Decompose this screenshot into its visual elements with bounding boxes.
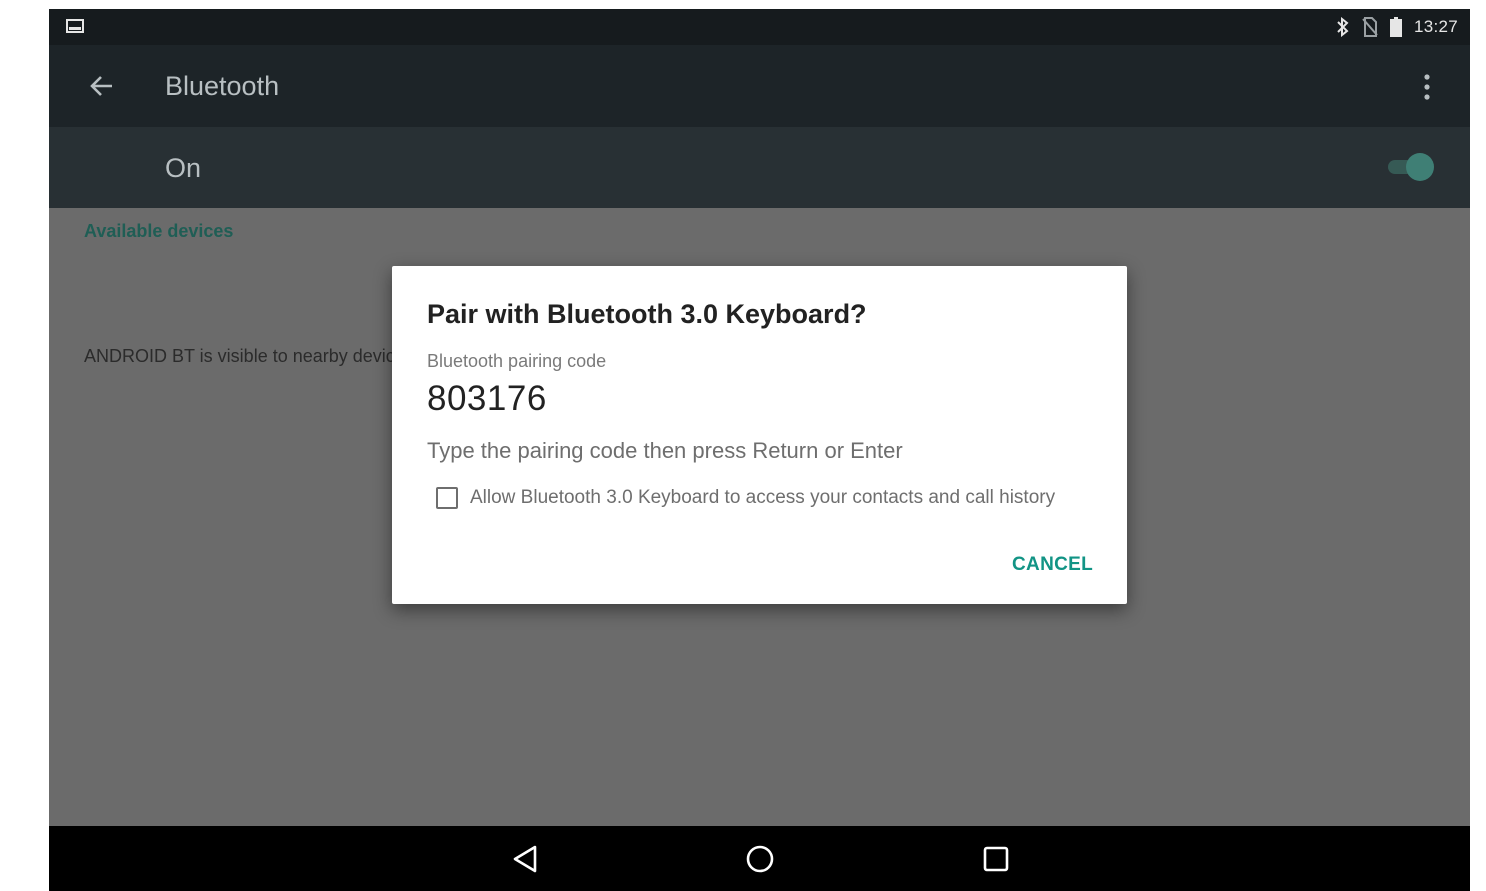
status-bar: 13:27 bbox=[49, 9, 1470, 45]
nav-recents-icon bbox=[983, 846, 1009, 872]
nav-home-icon bbox=[746, 845, 774, 873]
contacts-access-label: Allow Bluetooth 3.0 Keyboard to access y… bbox=[470, 487, 1056, 508]
nav-home-button[interactable] bbox=[741, 840, 779, 878]
toggle-label: On bbox=[165, 153, 202, 183]
nav-back-button[interactable] bbox=[506, 840, 544, 878]
arrow-back-icon bbox=[90, 76, 112, 96]
nav-recents-button[interactable] bbox=[977, 840, 1015, 878]
available-devices-header: Available devices bbox=[84, 221, 234, 241]
navigation-bar bbox=[49, 826, 1470, 891]
status-icons: 13:27 bbox=[1336, 15, 1458, 39]
bluetooth-toggle-row[interactable]: On bbox=[49, 127, 1470, 208]
contacts-access-option[interactable]: Allow Bluetooth 3.0 Keyboard to access y… bbox=[436, 487, 1055, 509]
battery-icon bbox=[1389, 17, 1402, 37]
status-time: 13:27 bbox=[1413, 17, 1458, 36]
switch-thumb bbox=[1406, 153, 1434, 181]
android-screen: 13:27 Bluetooth On Available devices AND… bbox=[49, 9, 1470, 891]
cancel-button[interactable]: CANCEL bbox=[1012, 554, 1093, 576]
pairing-code-label: Bluetooth pairing code bbox=[427, 351, 607, 371]
pairing-instruction: Type the pairing code then press Return … bbox=[427, 438, 903, 463]
no-sim-icon bbox=[1362, 17, 1378, 37]
contacts-access-checkbox[interactable] bbox=[436, 487, 458, 509]
dialog-title: Pair with Bluetooth 3.0 Keyboard? bbox=[427, 299, 867, 329]
app-bar: Bluetooth bbox=[49, 45, 1470, 127]
bluetooth-icon bbox=[1337, 17, 1349, 37]
pairing-dialog: Pair with Bluetooth 3.0 Keyboard? Blueto… bbox=[392, 266, 1127, 604]
nav-back-icon bbox=[513, 845, 537, 873]
page-title: Bluetooth bbox=[165, 71, 280, 101]
back-button[interactable] bbox=[83, 67, 121, 105]
more-vert-icon bbox=[1424, 74, 1430, 100]
screenshot-notification-icon bbox=[66, 19, 84, 33]
bluetooth-switch[interactable] bbox=[1384, 149, 1436, 185]
overflow-menu-button[interactable] bbox=[1412, 69, 1442, 105]
pairing-code: 803176 bbox=[427, 379, 547, 418]
